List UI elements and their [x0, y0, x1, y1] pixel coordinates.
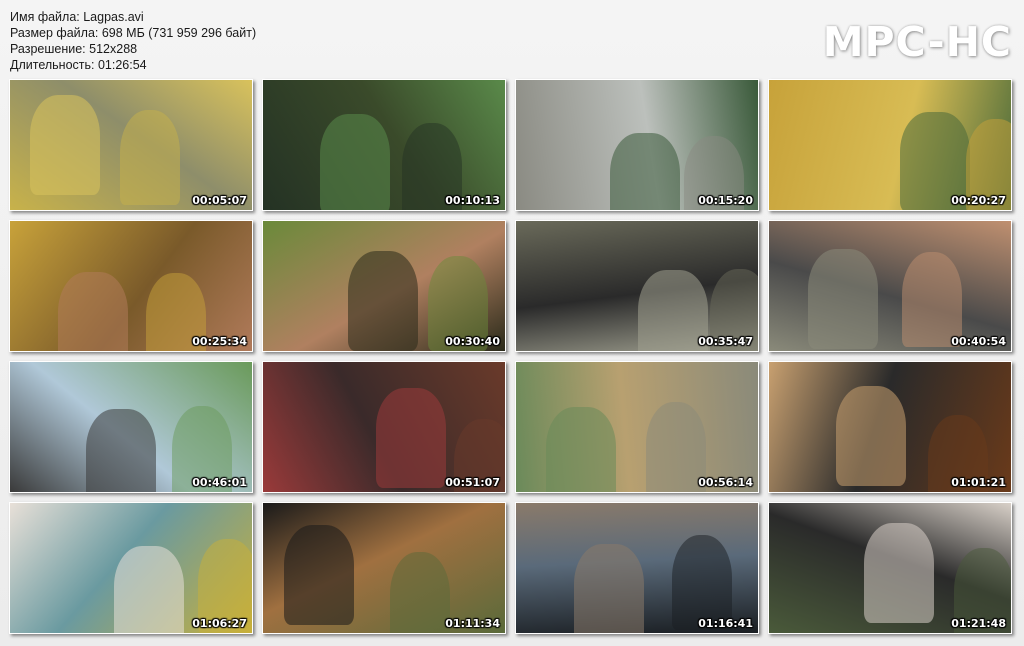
- scene-shape: [672, 535, 732, 630]
- file-name: Имя файла: Lagpas.avi: [10, 10, 144, 24]
- video-thumbnail: 00:15:20: [515, 79, 759, 211]
- scene-shape: [284, 525, 354, 625]
- scene-shape: [864, 523, 934, 623]
- thumbnail-timestamp: 00:25:34: [192, 335, 247, 348]
- video-thumbnail: 00:05:07: [9, 79, 253, 211]
- video-thumbnail: 00:51:07: [262, 361, 506, 493]
- thumbnail-frame: 00:40:54: [769, 221, 1011, 351]
- thumbnail-timestamp: 01:21:48: [951, 617, 1006, 630]
- thumbnail-frame: 00:05:07: [10, 80, 252, 210]
- scene-shape: [836, 386, 906, 486]
- thumbnail-timestamp: 00:51:07: [445, 476, 500, 489]
- scene-shape: [376, 388, 446, 488]
- scene-shape: [120, 110, 180, 205]
- scene-shape: [902, 252, 962, 347]
- video-thumbnail: 01:21:48: [768, 502, 1012, 634]
- thumbnail-frame: 00:56:14: [516, 362, 758, 492]
- video-thumbnail: 01:11:34: [262, 502, 506, 634]
- scene-shape: [574, 544, 644, 633]
- mpc-hc-logo: MPC-HC: [822, 18, 1012, 66]
- thumbnail-frame: 01:21:48: [769, 503, 1011, 633]
- video-thumbnail: 00:46:01: [9, 361, 253, 493]
- thumbnail-timestamp: 01:06:27: [192, 617, 247, 630]
- scene-shape: [808, 249, 878, 349]
- video-thumbnail: 00:25:34: [9, 220, 253, 352]
- thumbnail-frame: 01:01:21: [769, 362, 1011, 492]
- resolution: Разрешение: 512x288: [10, 42, 138, 56]
- video-thumbnail: 01:06:27: [9, 502, 253, 634]
- thumbnail-timestamp: 00:35:47: [698, 335, 753, 348]
- scene-shape: [58, 272, 128, 351]
- thumbnail-frame: 00:15:20: [516, 80, 758, 210]
- scene-shape: [646, 402, 706, 492]
- thumbnail-timestamp: 00:40:54: [951, 335, 1006, 348]
- thumbnail-timestamp: 01:16:41: [698, 617, 753, 630]
- thumbnail-frame: 00:35:47: [516, 221, 758, 351]
- thumbnail-frame: 00:25:34: [10, 221, 252, 351]
- scene-shape: [610, 133, 680, 210]
- thumbnail-frame: 01:16:41: [516, 503, 758, 633]
- video-thumbnail: 01:01:21: [768, 361, 1012, 493]
- video-thumbnail: 00:30:40: [262, 220, 506, 352]
- scene-shape: [348, 251, 418, 351]
- video-thumbnail: 00:56:14: [515, 361, 759, 493]
- thumbnail-frame: 00:30:40: [263, 221, 505, 351]
- thumbnail-frame: 00:51:07: [263, 362, 505, 492]
- scene-shape: [320, 114, 390, 210]
- scene-shape: [30, 95, 100, 195]
- thumbnail-frame: 00:46:01: [10, 362, 252, 492]
- thumbnail-timestamp: 00:05:07: [192, 194, 247, 207]
- video-thumbnail: 01:16:41: [515, 502, 759, 634]
- file-size: Размер файла: 698 МБ (731 959 296 байт): [10, 26, 257, 40]
- file-info: Имя файла: Lagpas.avi Размер файла: 698 …: [10, 9, 256, 73]
- thumbnail-timestamp: 01:01:21: [951, 476, 1006, 489]
- video-thumbnail: 00:35:47: [515, 220, 759, 352]
- video-thumbnail: 00:40:54: [768, 220, 1012, 352]
- thumbnail-frame: 00:10:13: [263, 80, 505, 210]
- thumbnail-timestamp: 00:56:14: [698, 476, 753, 489]
- scene-shape: [546, 407, 616, 492]
- scene-shape: [390, 552, 450, 633]
- thumbnail-frame: 01:06:27: [10, 503, 252, 633]
- thumbnail-timestamp: 00:10:13: [445, 194, 500, 207]
- thumbnail-frame: 01:11:34: [263, 503, 505, 633]
- thumbnail-timestamp: 00:20:27: [951, 194, 1006, 207]
- thumbnail-timestamp: 00:15:20: [698, 194, 753, 207]
- video-thumbnail: 00:10:13: [262, 79, 506, 211]
- thumbnail-timestamp: 01:11:34: [445, 617, 500, 630]
- thumbnail-timestamp: 00:30:40: [445, 335, 500, 348]
- thumbnail-frame: 00:20:27: [769, 80, 1011, 210]
- video-thumbnail: 00:20:27: [768, 79, 1012, 211]
- scene-shape: [114, 546, 184, 633]
- scene-shape: [86, 409, 156, 492]
- duration: Длительность: 01:26:54: [10, 58, 147, 72]
- thumbnail-timestamp: 00:46:01: [192, 476, 247, 489]
